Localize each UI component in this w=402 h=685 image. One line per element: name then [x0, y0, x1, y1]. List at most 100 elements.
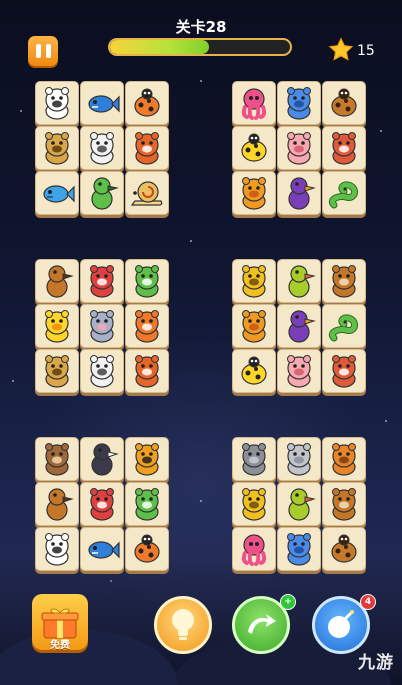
fox-icon — [135, 310, 159, 343]
owl-icon — [45, 355, 69, 388]
tile-horse[interactable] — [35, 482, 79, 526]
tile-leopard[interactable] — [232, 259, 276, 303]
pause-button[interactable] — [28, 36, 58, 66]
tile-rhino[interactable] — [277, 527, 321, 571]
fish-icon — [43, 185, 75, 203]
tile-octopus[interactable] — [232, 81, 276, 125]
tile-owl[interactable] — [35, 126, 79, 170]
tile-parrot[interactable] — [277, 259, 321, 303]
sky-star — [12, 380, 14, 382]
tile-octopus[interactable] — [232, 527, 276, 571]
tile-ant[interactable] — [322, 81, 366, 125]
tile-bull[interactable] — [322, 482, 366, 526]
tile-lion[interactable] — [232, 304, 276, 348]
tile-horse[interactable] — [35, 259, 79, 303]
tile-polar-bear[interactable] — [35, 81, 79, 125]
level-title: 关卡28 — [175, 18, 227, 36]
tile-bear[interactable] — [35, 437, 79, 481]
snake-icon — [329, 314, 358, 342]
bomb-count-badge: 4 — [360, 594, 376, 610]
tile-squirrel[interactable] — [125, 349, 169, 393]
tile-polar-bear[interactable] — [35, 527, 79, 571]
tile-ladybug[interactable] — [125, 527, 169, 571]
leopard-icon — [242, 265, 266, 298]
tile-seal[interactable] — [80, 349, 124, 393]
tile-fox[interactable] — [125, 304, 169, 348]
free-label: 免费 — [50, 640, 70, 651]
tile-pig[interactable] — [277, 126, 321, 170]
tile-dog[interactable] — [322, 437, 366, 481]
tile-snail[interactable] — [125, 171, 169, 215]
polar-bear-icon — [45, 533, 69, 566]
tile-owl[interactable] — [35, 349, 79, 393]
tile-ant[interactable] — [322, 527, 366, 571]
tile-bull[interactable] — [322, 259, 366, 303]
refresh-arrow-icon — [248, 614, 276, 634]
rhino-icon — [287, 87, 311, 120]
pause-icon — [35, 44, 41, 58]
tile-bee[interactable] — [232, 349, 276, 393]
tile-elephant[interactable] — [277, 437, 321, 481]
tiger-icon — [135, 443, 159, 476]
bear-icon — [45, 443, 69, 476]
tile-pig[interactable] — [277, 349, 321, 393]
tile-gorilla[interactable] — [80, 259, 124, 303]
hedgehog-icon — [332, 132, 356, 165]
tile-rhino[interactable] — [277, 81, 321, 125]
sky-star — [190, 240, 192, 242]
tile-snake[interactable] — [322, 171, 366, 215]
pause-icon — [45, 44, 51, 58]
polar-bear-icon — [45, 87, 69, 120]
dog-icon — [332, 443, 356, 476]
tile-hippo[interactable] — [232, 437, 276, 481]
snake-icon — [329, 181, 358, 209]
ladybug-icon — [134, 88, 160, 117]
star-count: 15 — [357, 43, 375, 59]
sky-star — [200, 500, 202, 502]
tile-hedgehog[interactable] — [322, 349, 366, 393]
shark-icon — [88, 95, 120, 113]
toucan-icon — [288, 177, 316, 210]
tile-group — [232, 259, 366, 393]
tile-tiger[interactable] — [125, 437, 169, 481]
plus-icon: + — [280, 594, 296, 610]
tile-group — [232, 81, 366, 215]
tile-leopard[interactable] — [232, 482, 276, 526]
tile-shark[interactable] — [80, 81, 124, 125]
horse-icon — [46, 265, 74, 298]
tile-group — [35, 259, 169, 393]
bull-icon — [332, 488, 356, 521]
leopard-icon — [242, 488, 266, 521]
tile-group — [35, 81, 169, 215]
tile-snake[interactable] — [322, 304, 366, 348]
tile-hedgehog[interactable] — [322, 126, 366, 170]
gift-icon — [41, 608, 79, 639]
hint-button[interactable] — [154, 596, 212, 654]
tile-seal[interactable] — [80, 126, 124, 170]
dinosaur-icon — [91, 177, 119, 210]
parrot-icon — [288, 488, 316, 521]
lightbulb-icon — [172, 609, 194, 640]
tile-penguin[interactable] — [80, 437, 124, 481]
octopus-icon — [241, 88, 267, 120]
toucan-icon — [288, 310, 316, 343]
pig-icon — [287, 355, 311, 388]
lion-icon — [242, 310, 266, 343]
tile-frog[interactable] — [125, 259, 169, 303]
tile-toucan[interactable] — [277, 304, 321, 348]
tile-group — [35, 437, 169, 571]
tile-gorilla[interactable] — [80, 482, 124, 526]
rhino-icon — [287, 533, 311, 566]
tile-lion[interactable] — [232, 171, 276, 215]
tile-toucan[interactable] — [277, 171, 321, 215]
tile-squirrel[interactable] — [125, 126, 169, 170]
tile-bee[interactable] — [232, 126, 276, 170]
tile-parrot[interactable] — [277, 482, 321, 526]
tile-fish[interactable] — [35, 171, 79, 215]
tile-ladybug[interactable] — [125, 81, 169, 125]
tile-mouse[interactable] — [80, 304, 124, 348]
tile-frog[interactable] — [125, 482, 169, 526]
tile-shark[interactable] — [80, 527, 124, 571]
tile-duck[interactable] — [35, 304, 79, 348]
tile-dinosaur[interactable] — [80, 171, 124, 215]
